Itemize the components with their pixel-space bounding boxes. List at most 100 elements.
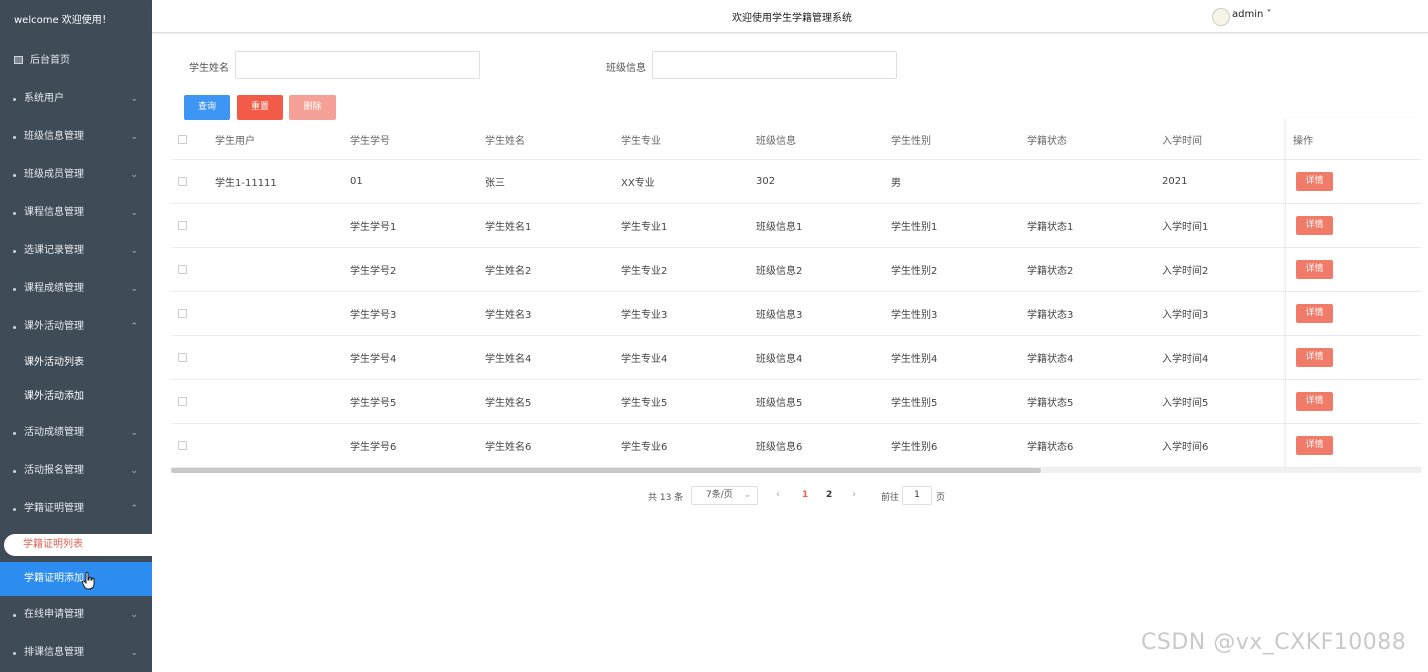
row-select-cell[interactable] <box>178 160 187 203</box>
row-checkbox[interactable] <box>178 221 187 230</box>
cell-class: 班级信息4 <box>756 354 803 365</box>
reset-button[interactable]: 重置 <box>237 95 283 120</box>
chevron-up-icon: ⌃ <box>130 322 138 332</box>
sidebar-item-online-apply[interactable]: 在线申请管理 ⌄ <box>0 596 152 634</box>
select-all-checkbox[interactable] <box>178 134 187 144</box>
cell-enroll-time: 入学时间2 <box>1162 266 1209 277</box>
detail-button[interactable]: 详情 <box>1296 436 1333 455</box>
detail-button[interactable]: 详情 <box>1296 216 1333 235</box>
operation-cell: 详情 <box>1285 160 1421 203</box>
prev-page-button[interactable]: ‹ <box>776 489 780 500</box>
header-status: 学籍状态 <box>1027 135 1067 147</box>
avatar[interactable] <box>1212 8 1230 26</box>
detail-button[interactable]: 详情 <box>1296 172 1333 191</box>
detail-button[interactable]: 详情 <box>1296 304 1333 323</box>
cell-class: 班级信息2 <box>756 266 803 277</box>
chevron-down-icon: ⌄ <box>130 246 138 256</box>
next-page-button[interactable]: › <box>852 489 856 500</box>
header-operation: 操作 <box>1293 135 1313 147</box>
table-row: 学生学号3 学生姓名3 学生专业3 班级信息3 学生性别3 学籍状态3 入学时间3 详情 <box>171 292 1421 336</box>
cell-student-no: 学生学号3 <box>350 310 397 321</box>
cell-class: 班级信息1 <box>756 222 803 233</box>
sidebar-item-home[interactable]: 后台首页 <box>0 42 152 80</box>
table-row: 学生学号6 学生姓名6 学生专业6 班级信息6 学生性别6 学籍状态6 入学时间6 详情 <box>171 424 1421 468</box>
row-checkbox[interactable] <box>178 397 187 406</box>
class-info-input[interactable] <box>652 51 897 79</box>
bullet-icon <box>13 326 16 329</box>
bullet-icon <box>13 432 16 435</box>
sidebar-item-activity-grades[interactable]: 活动成绩管理 ⌄ <box>0 414 152 452</box>
sidebar-welcome: welcome 欢迎使用！ <box>14 15 112 26</box>
cell-student-name: 学生姓名6 <box>485 442 532 453</box>
row-select-cell[interactable] <box>178 292 187 335</box>
cell-major: XX专业 <box>621 178 655 189</box>
detail-button[interactable]: 详情 <box>1296 260 1333 279</box>
sidebar-item-label: 活动报名管理 <box>24 465 84 476</box>
sidebar-item-schedule[interactable]: 排课信息管理 ⌄ <box>0 634 152 672</box>
row-select-cell[interactable] <box>178 204 187 247</box>
sidebar-subitem-activity-add[interactable]: 课外活动添加 <box>0 380 152 414</box>
detail-button[interactable]: 详情 <box>1296 392 1333 411</box>
table-row: 学生学号1 学生姓名1 学生专业1 班级信息1 学生性别1 学籍状态1 入学时间1 详情 <box>171 204 1421 248</box>
row-checkbox[interactable] <box>178 265 187 274</box>
chevron-down-icon: ⌄ <box>130 132 138 142</box>
row-select-cell[interactable] <box>178 248 187 291</box>
sidebar-item-course-selection[interactable]: 选课记录管理 ⌄ <box>0 232 152 270</box>
table-row: 学生1-11111 01 张三 XX专业 302 男 2021 详情 <box>171 160 1421 204</box>
row-checkbox[interactable] <box>178 177 187 186</box>
sidebar-item-class-info[interactable]: 班级信息管理 ⌄ <box>0 118 152 156</box>
page-2[interactable]: 2 <box>826 490 832 500</box>
row-checkbox[interactable] <box>178 309 187 318</box>
cell-student-no: 学生学号5 <box>350 398 397 409</box>
horizontal-scrollbar[interactable] <box>171 468 1421 473</box>
bullet-icon <box>13 470 16 473</box>
user-menu[interactable]: admin ˅ <box>1232 9 1272 20</box>
query-button[interactable]: 查询 <box>184 95 230 120</box>
sidebar-subitem-cert-add[interactable]: 学籍证明添加 <box>0 562 152 596</box>
cell-major: 学生专业1 <box>621 222 668 233</box>
sidebar-item-class-members[interactable]: 班级成员管理 ⌄ <box>0 156 152 194</box>
row-checkbox[interactable] <box>178 441 187 450</box>
sidebar-item-label: 在线申请管理 <box>24 609 84 620</box>
cell-status: 学籍状态5 <box>1027 398 1074 409</box>
cell-gender: 学生性别1 <box>891 222 938 233</box>
row-select-cell[interactable] <box>178 380 187 423</box>
cell-status: 学籍状态4 <box>1027 354 1074 365</box>
cell-enroll-time: 入学时间4 <box>1162 354 1209 365</box>
sidebar-item-label: 活动成绩管理 <box>24 427 84 438</box>
sidebar-item-label: 班级成员管理 <box>24 169 84 180</box>
page-1[interactable]: 1 <box>802 490 808 500</box>
cell-student-name: 学生姓名5 <box>485 398 532 409</box>
cell-status: 学籍状态3 <box>1027 310 1074 321</box>
cell-class: 班级信息3 <box>756 310 803 321</box>
header-student-name: 学生姓名 <box>485 135 525 147</box>
cell-major: 学生专业3 <box>621 310 668 321</box>
sidebar-item-activities[interactable]: 课外活动管理 ⌃ <box>0 308 152 346</box>
cell-major: 学生专业6 <box>621 442 668 453</box>
detail-button[interactable]: 详情 <box>1296 348 1333 367</box>
page-size-select[interactable]: 7条/页 ⌄ <box>691 486 758 505</box>
pagination: 共 13 条 7条/页 ⌄ ‹ 1 2 › 前往 1 页 <box>0 486 1428 506</box>
row-checkbox[interactable] <box>178 353 187 362</box>
sidebar-subitem-cert-list[interactable]: 学籍证明列表 <box>4 534 160 556</box>
row-select-cell[interactable] <box>178 424 187 467</box>
scrollbar-thumb[interactable] <box>171 468 1041 473</box>
cell-class: 302 <box>756 176 776 187</box>
cell-student-name: 张三 <box>485 178 505 189</box>
cell-enroll-time: 2021 <box>1162 176 1188 187</box>
sidebar-item-label: 课程信息管理 <box>24 207 84 218</box>
cell-class: 班级信息5 <box>756 398 803 409</box>
sidebar-subitem-activity-list[interactable]: 课外活动列表 <box>0 346 152 380</box>
row-select-cell[interactable] <box>178 336 187 379</box>
sidebar-item-activity-signup[interactable]: 活动报名管理 ⌄ <box>0 452 152 490</box>
goto-page-input[interactable]: 1 <box>902 486 932 505</box>
sidebar-item-course-grades[interactable]: 课程成绩管理 ⌄ <box>0 270 152 308</box>
student-name-input[interactable] <box>235 51 480 79</box>
select-all-cell[interactable] <box>178 119 187 159</box>
sidebar-item-label: 后台首页 <box>30 55 70 66</box>
sidebar-item-system-users[interactable]: 系统用户 ⌄ <box>0 80 152 118</box>
delete-button[interactable]: 删除 <box>289 95 336 120</box>
sidebar-item-course-info[interactable]: 课程信息管理 ⌄ <box>0 194 152 232</box>
table-row: 学生学号2 学生姓名2 学生专业2 班级信息2 学生性别2 学籍状态2 入学时间2 详情 <box>171 248 1421 292</box>
page-size-value: 7条/页 <box>706 490 733 500</box>
